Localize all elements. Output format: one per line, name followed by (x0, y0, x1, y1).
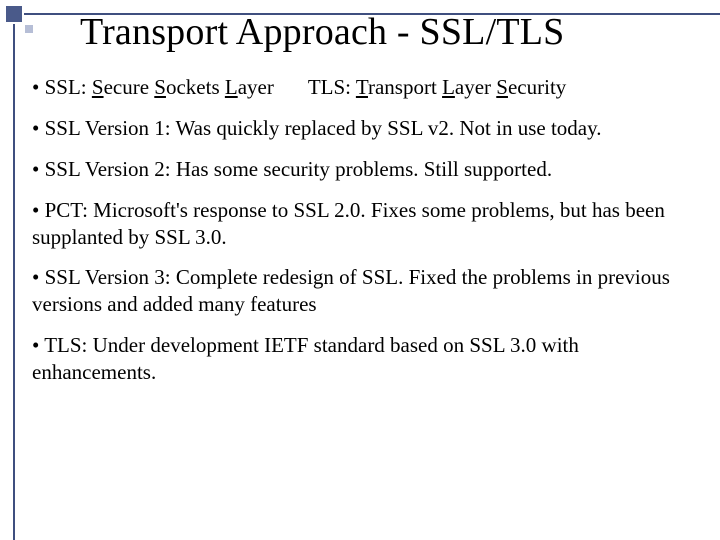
tls-underline-1: T (356, 75, 368, 99)
bullet-tls: • TLS: Under development IETF standard b… (32, 332, 696, 386)
bullet-pct: • PCT: Microsoft's response to SSL 2.0. … (32, 197, 696, 251)
slide-title: Transport Approach - SSL/TLS (80, 10, 700, 54)
ssl-text-1: ecure (104, 75, 155, 99)
tls-text-3: ecurity (508, 75, 566, 99)
definitions-row: • SSL: Secure Sockets Layer TLS: Transpo… (32, 74, 696, 101)
square-small-icon (25, 25, 33, 33)
square-icon (6, 6, 22, 22)
decoration-vline (13, 24, 15, 540)
tls-definition: TLS: Transport Layer Security (308, 74, 566, 101)
corner-decoration (6, 6, 48, 48)
bullet-ssl-v2: • SSL Version 2: Has some security probl… (32, 156, 696, 183)
bullet-ssl-v3: • SSL Version 3: Complete redesign of SS… (32, 264, 696, 318)
ssl-underline-2: S (154, 75, 166, 99)
slide: Transport Approach - SSL/TLS • SSL: Secu… (0, 0, 720, 540)
ssl-underline-1: S (92, 75, 104, 99)
tls-text-2: ayer (455, 75, 496, 99)
bullet-ssl-v1: • SSL Version 1: Was quickly replaced by… (32, 115, 696, 142)
slide-body: • SSL: Secure Sockets Layer TLS: Transpo… (32, 74, 696, 400)
ssl-text-3: ayer (238, 75, 274, 99)
tls-underline-3: S (496, 75, 508, 99)
tls-text-1: ransport (368, 75, 442, 99)
ssl-prefix: • SSL: (32, 75, 92, 99)
tls-underline-2: L (442, 75, 455, 99)
ssl-text-2: ockets (166, 75, 225, 99)
ssl-underline-3: L (225, 75, 238, 99)
tls-prefix: TLS: (308, 75, 356, 99)
ssl-definition: • SSL: Secure Sockets Layer (32, 74, 274, 101)
